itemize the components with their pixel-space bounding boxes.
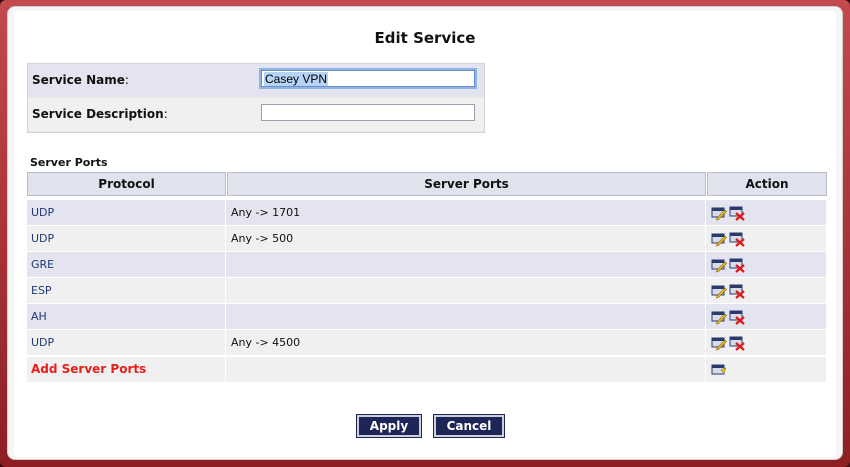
protocol-cell: GRE — [27, 252, 226, 277]
add-server-ports-link[interactable]: Add Server Ports — [31, 362, 146, 376]
action-cell — [707, 200, 827, 225]
cancel-button[interactable]: Cancel — [433, 414, 505, 438]
dialog-panel: Edit Service Service Name: Casey VPN Ser… — [7, 6, 843, 460]
action-cell — [707, 226, 827, 251]
delete-icon[interactable] — [729, 205, 745, 221]
edit-icon[interactable] — [711, 257, 727, 273]
table-row: AH — [27, 304, 827, 329]
table-row: UDP Any -> 500 — [27, 226, 827, 251]
dialog-content: Edit Service Service Name: Casey VPN Ser… — [14, 11, 836, 457]
protocol-cell: UDP — [27, 200, 226, 225]
delete-icon[interactable] — [729, 231, 745, 247]
edit-icon[interactable] — [711, 283, 727, 299]
empty-cell — [227, 357, 706, 382]
table-row: UDP Any -> 4500 — [27, 330, 827, 355]
delete-icon[interactable] — [729, 283, 745, 299]
server-ports-value: Any -> 4500 — [231, 336, 301, 349]
action-cell — [707, 278, 827, 303]
server-ports-cell — [227, 304, 706, 329]
server-ports-cell — [227, 252, 706, 277]
service-name-label: Service Name: — [32, 73, 129, 87]
server-ports-value: Any -> 500 — [231, 232, 294, 245]
service-name-value: Casey VPN — [264, 72, 329, 86]
column-header-protocol: Protocol — [27, 172, 226, 196]
add-icon[interactable] — [711, 362, 727, 378]
protocol-value: AH — [31, 310, 47, 323]
page-title: Edit Service — [374, 29, 476, 47]
column-header-server-ports: Server Ports — [227, 172, 706, 196]
protocol-value: ESP — [31, 284, 52, 297]
delete-icon[interactable] — [729, 309, 745, 325]
protocol-value: UDP — [31, 336, 55, 349]
table-row: UDP Any -> 1701 — [27, 200, 827, 225]
table-row: GRE — [27, 252, 827, 277]
apply-button[interactable]: Apply — [356, 414, 422, 438]
action-cell — [707, 252, 827, 277]
server-ports-cell: Any -> 1701 — [227, 200, 706, 225]
service-description-label: Service Description: — [32, 107, 168, 121]
column-header-action: Action — [707, 172, 827, 196]
service-description-row: Service Description: — [28, 98, 484, 131]
edit-icon[interactable] — [711, 205, 727, 221]
add-server-ports-cell: Add Server Ports — [27, 357, 226, 382]
action-cell — [707, 304, 827, 329]
server-ports-cell — [227, 278, 706, 303]
protocol-cell: ESP — [27, 278, 226, 303]
action-cell — [707, 330, 827, 355]
service-description-input[interactable] — [261, 104, 475, 121]
edit-icon[interactable] — [711, 335, 727, 351]
table-row: ESP — [27, 278, 827, 303]
protocol-value: UDP — [31, 232, 55, 245]
protocol-value: GRE — [31, 258, 55, 271]
server-ports-cell: Any -> 4500 — [227, 330, 706, 355]
protocol-cell: AH — [27, 304, 226, 329]
server-ports-value: Any -> 1701 — [231, 206, 301, 219]
add-server-ports-row: Add Server Ports — [27, 357, 827, 382]
protocol-cell: UDP — [27, 330, 226, 355]
protocol-cell: UDP — [27, 226, 226, 251]
window-frame: Edit Service Service Name: Casey VPN Ser… — [0, 0, 850, 467]
delete-icon[interactable] — [729, 257, 745, 273]
service-name-input[interactable]: Casey VPN — [261, 70, 475, 87]
server-ports-cell: Any -> 500 — [227, 226, 706, 251]
service-form: Service Name: Casey VPN Service Descript… — [27, 63, 485, 133]
add-action-cell — [707, 357, 827, 382]
protocol-value: UDP — [31, 206, 55, 219]
edit-icon[interactable] — [711, 231, 727, 247]
delete-icon[interactable] — [729, 335, 745, 351]
server-ports-title: Server Ports — [30, 156, 108, 169]
edit-icon[interactable] — [711, 309, 727, 325]
service-name-row: Service Name: Casey VPN — [28, 64, 484, 97]
